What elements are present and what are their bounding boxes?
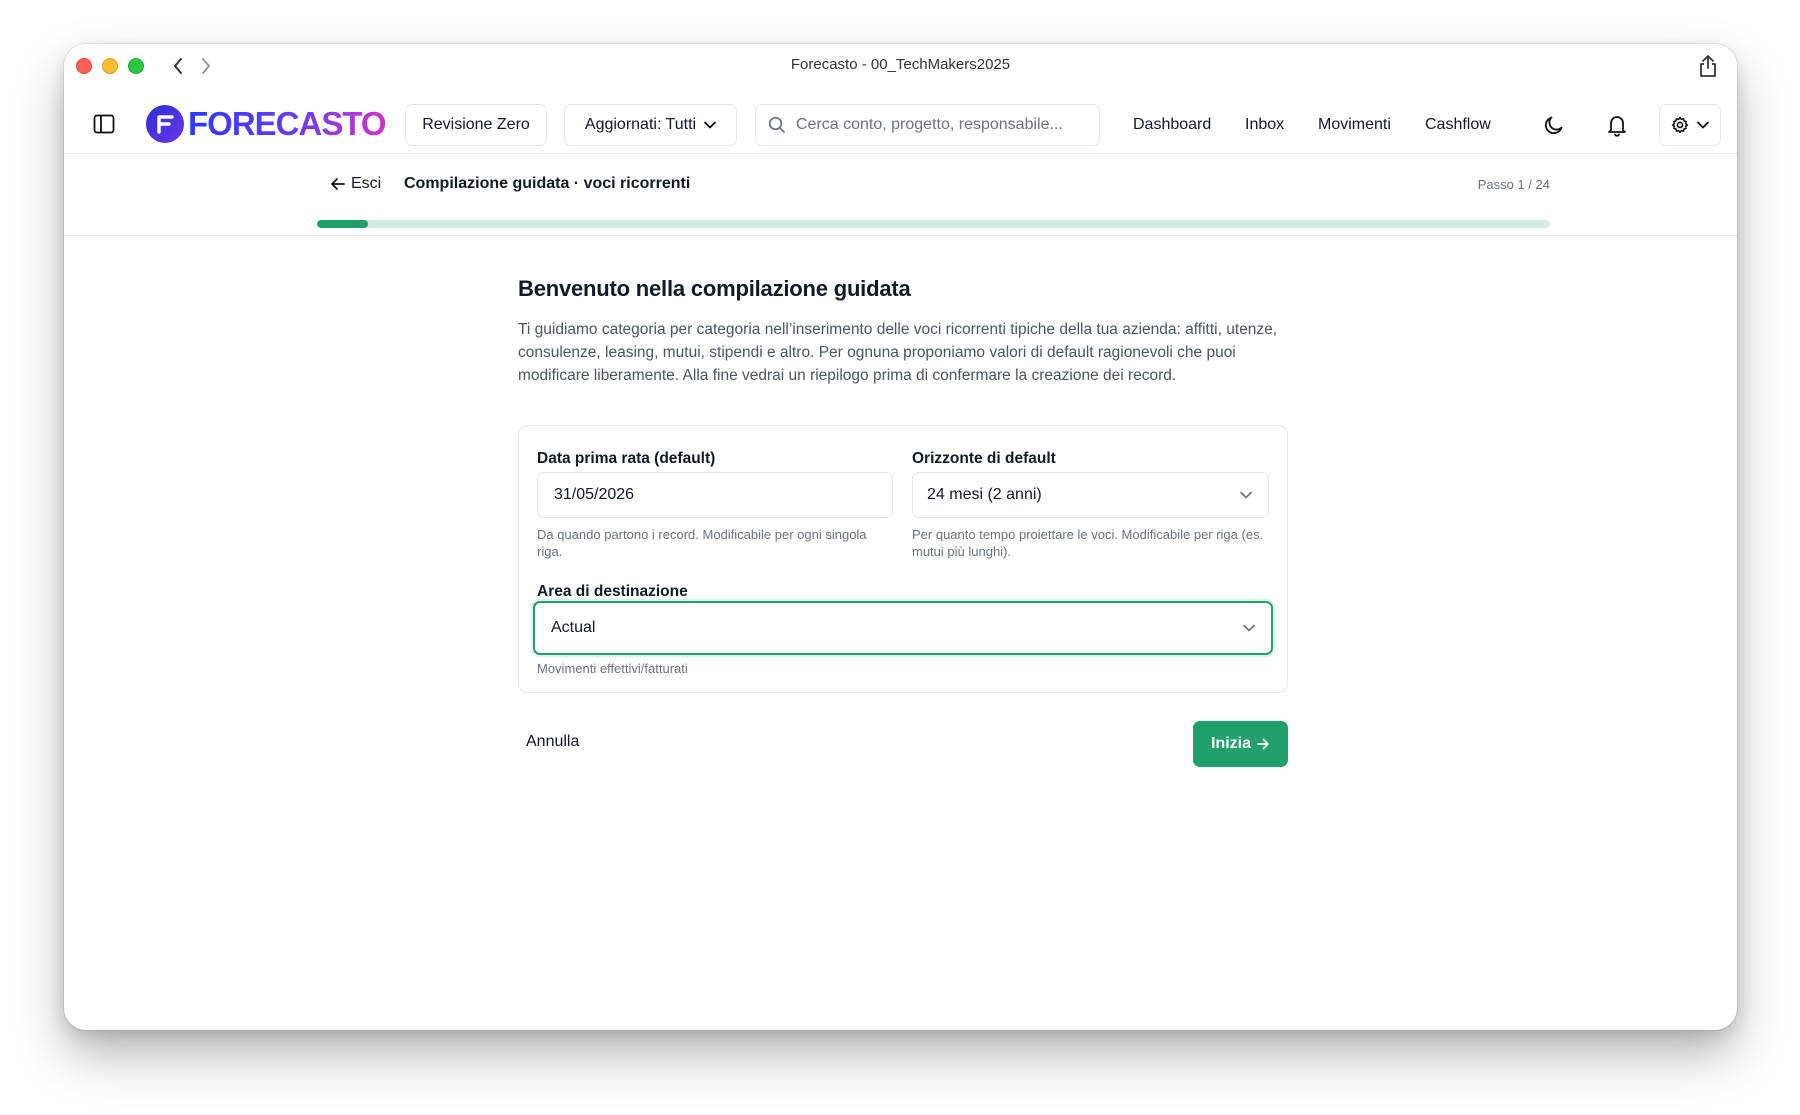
- settings-menu-button[interactable]: [1659, 104, 1721, 146]
- main-content: Benvenuto nella compilazione guidata Ti …: [518, 276, 1288, 767]
- destination-area-value: Actual: [551, 619, 596, 636]
- search-icon: [768, 116, 785, 133]
- intro-text: Ti guidiamo categoria per categoria nell…: [518, 321, 1278, 384]
- nav-dashboard[interactable]: Dashboard: [1133, 116, 1211, 134]
- destination-area-select[interactable]: Actual: [533, 601, 1273, 655]
- sidebar-toggle-icon[interactable]: [92, 112, 116, 136]
- nav-inbox[interactable]: Inbox: [1245, 116, 1284, 134]
- title-bar: Forecasto - 00_TechMakers2025: [64, 44, 1737, 84]
- chevron-down-icon: [704, 121, 716, 129]
- chevron-down-icon: [1240, 491, 1252, 499]
- wizard-footer: Annulla Inizia: [518, 721, 1288, 767]
- wizard-title: Compilazione guidata · voci ricorrenti: [404, 175, 691, 192]
- exit-button[interactable]: Esci: [330, 175, 381, 193]
- nav-cashflow[interactable]: Cashflow: [1425, 116, 1491, 134]
- logo-text: FORECASTO: [188, 105, 387, 142]
- progress-bar: [317, 220, 1550, 228]
- first-installment-date-input[interactable]: 31/05/2026: [537, 472, 893, 518]
- start-button[interactable]: Inizia: [1193, 721, 1288, 767]
- first-installment-date-value: 31/05/2026: [554, 486, 635, 503]
- arrow-left-icon: [331, 178, 345, 190]
- chevron-down-icon: [1243, 624, 1255, 632]
- nav-movimenti[interactable]: Movimenti: [1318, 116, 1391, 134]
- exit-label: Esci: [351, 175, 382, 192]
- default-horizon-help: Per quanto tempo proiettare le voci. Mod…: [912, 527, 1264, 559]
- aggiornati-filter-dropdown[interactable]: Aggiornati: Tutti: [564, 104, 737, 146]
- revisione-button[interactable]: Revisione Zero: [405, 104, 547, 146]
- settings-card: Data prima rata (default) 31/05/2026 Da …: [518, 425, 1288, 693]
- moon-icon[interactable]: [1541, 112, 1567, 138]
- bell-icon[interactable]: [1604, 112, 1630, 138]
- search-box[interactable]: [755, 104, 1100, 146]
- cancel-button[interactable]: Annulla: [526, 733, 579, 751]
- revisione-label: Revisione Zero: [422, 116, 530, 133]
- search-input[interactable]: [796, 116, 1086, 134]
- destination-area-label: Area di destinazione: [537, 583, 688, 600]
- forecasto-logo[interactable]: FORECASTO: [146, 104, 387, 144]
- app-window: Forecasto - 00_TechMakers2025 FORECASTO …: [64, 44, 1737, 1030]
- app-header: FORECASTO Revisione Zero Aggiornati: Tut…: [64, 96, 1737, 152]
- default-horizon-value: 24 mesi (2 anni): [927, 486, 1042, 503]
- aggiornati-label: Aggiornati: Tutti: [584, 116, 697, 133]
- default-horizon-select[interactable]: 24 mesi (2 anni): [912, 472, 1269, 518]
- first-installment-date-help: Da quando partono i record. Modificabile…: [537, 527, 867, 559]
- gear-icon: [1671, 116, 1689, 134]
- progress-bar-fill: [317, 220, 369, 228]
- logo-mark-icon: [146, 105, 184, 143]
- default-horizon-label: Orizzonte di default: [912, 450, 1056, 467]
- share-icon[interactable]: [1695, 52, 1721, 80]
- wizard-bar: Esci Compilazione guidata · voci ricorre…: [64, 154, 1737, 235]
- start-label: Inizia: [1210, 735, 1251, 752]
- arrow-right-icon: [1257, 738, 1269, 750]
- page-title: Benvenuto nella compilazione guidata: [518, 276, 911, 301]
- wizard-divider: [64, 235, 1737, 236]
- step-counter: Passo 1 / 24: [1477, 177, 1550, 192]
- chevron-down-icon: [1697, 121, 1709, 129]
- destination-area-help: Movimenti effettivi/fatturati: [537, 661, 688, 676]
- first-installment-date-label: Data prima rata (default): [537, 450, 716, 467]
- window-title: Forecasto - 00_TechMakers2025: [790, 56, 1011, 73]
